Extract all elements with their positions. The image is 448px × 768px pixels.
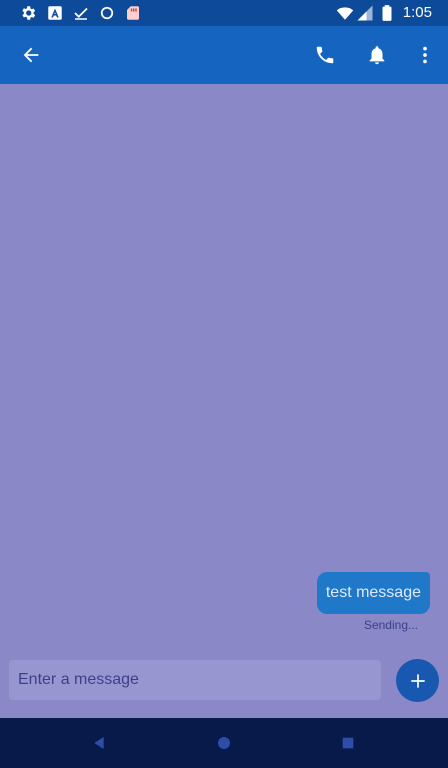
signal-icon: [357, 5, 373, 21]
more-options-button[interactable]: [408, 38, 442, 72]
phone-icon: [316, 46, 334, 64]
notifications-button[interactable]: [360, 38, 394, 72]
battery-icon: [382, 5, 392, 21]
status-time: 1:05: [402, 4, 432, 21]
download-done-icon: [74, 7, 88, 20]
sd-card-icon: [127, 6, 139, 20]
message-list[interactable]: test message Sending...: [0, 84, 448, 650]
font-a-icon: [48, 6, 62, 20]
recents-square-icon: [342, 737, 354, 749]
wifi-icon: [336, 7, 354, 20]
nav-recents-button[interactable]: [337, 732, 359, 754]
app-bar: [0, 26, 448, 84]
status-bar: 1:05: [0, 0, 448, 26]
system-nav-bar: [0, 718, 448, 768]
message-status: Sending...: [363, 618, 418, 632]
message-input[interactable]: Enter a message: [9, 660, 381, 700]
nav-home-button[interactable]: [213, 732, 235, 754]
back-button[interactable]: [14, 38, 48, 72]
add-button[interactable]: [396, 659, 439, 702]
home-circle-icon: [218, 737, 230, 749]
more-vert-icon: [423, 46, 427, 64]
arrow-back-icon: [23, 47, 39, 63]
messaging-screen: 1:05 test message Sending... Enter a mes…: [0, 0, 448, 768]
gear-icon: [22, 6, 36, 20]
bell-icon: [369, 46, 385, 65]
call-button[interactable]: [308, 38, 342, 72]
plus-icon: [410, 673, 425, 688]
nav-back-button[interactable]: [88, 732, 110, 754]
circle-icon: [100, 6, 114, 20]
message-bubble[interactable]: test message: [316, 572, 430, 614]
back-triangle-icon: [94, 737, 104, 749]
